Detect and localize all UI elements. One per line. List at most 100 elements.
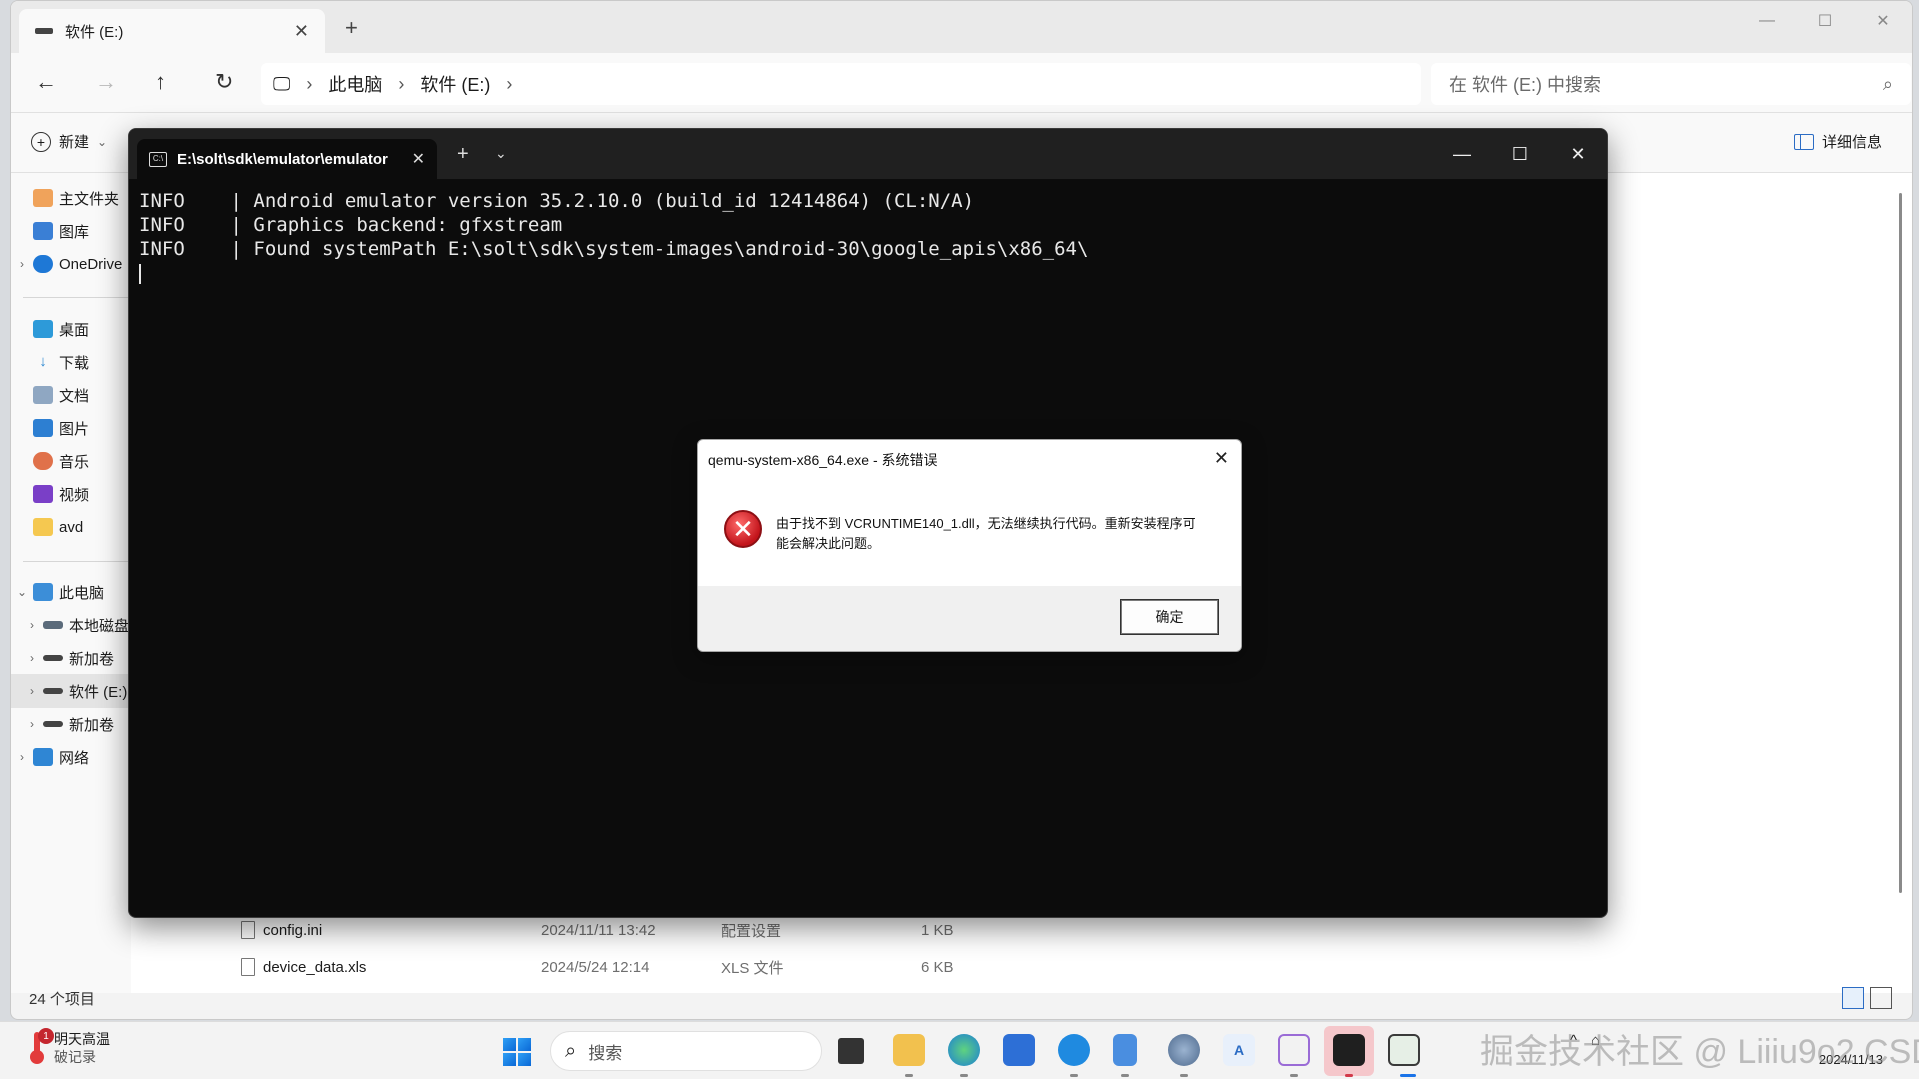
sidebar-item-label: 下载: [59, 354, 90, 372]
back-button[interactable]: ←: [35, 69, 57, 95]
snipping-tool-icon[interactable]: [1278, 1034, 1310, 1066]
breadcrumb-separator[interactable]: ›: [506, 74, 512, 95]
tiles-view-icon[interactable]: [1870, 987, 1892, 1009]
sidebar-item-documents[interactable]: 文档: [11, 378, 131, 412]
chevron-right-icon[interactable]: ›: [11, 750, 33, 764]
terminal-line: INFO | Android emulator version 35.2.10.…: [139, 190, 975, 212]
refresh-button[interactable]: ↻: [215, 69, 233, 95]
breadcrumb-this-pc[interactable]: 此电脑: [328, 71, 382, 97]
music-icon: [33, 452, 53, 470]
notepad-icon[interactable]: [1113, 1034, 1137, 1066]
minimize-button[interactable]: —: [1433, 129, 1491, 179]
chevron-right-icon[interactable]: ›: [21, 717, 43, 731]
breadcrumb-separator: ›: [398, 73, 405, 94]
task-view-icon[interactable]: [838, 1038, 864, 1064]
forward-button[interactable]: →: [95, 69, 117, 95]
desktop-icon: [33, 320, 53, 338]
dialog-close-button[interactable]: ✕: [1214, 448, 1229, 469]
sidebar-item-videos[interactable]: 视频: [11, 477, 131, 511]
chevron-right-icon[interactable]: ›: [21, 684, 43, 698]
running-indicator: [1121, 1074, 1129, 1077]
taskbar-search[interactable]: ⌕ 搜索: [550, 1031, 822, 1071]
terminal-output[interactable]: INFO | Android emulator version 35.2.10.…: [129, 179, 1607, 295]
sidebar-item-local-disk[interactable]: › 本地磁盘: [11, 608, 131, 642]
sidebar-item-label: 视频: [59, 486, 90, 504]
file-size: 6 KB: [921, 958, 954, 976]
chevron-down-icon[interactable]: ⌄: [495, 145, 507, 162]
tab-close-icon[interactable]: ✕: [294, 21, 309, 42]
system-error-dialog: qemu-system-x86_64.exe - 系统错误 ✕ ✕ 由于找不到 …: [697, 439, 1242, 652]
details-pane-button[interactable]: 详细信息: [1793, 131, 1882, 152]
explorer-tab[interactable]: 软件 (E:) ✕: [19, 9, 325, 53]
minimize-button[interactable]: —: [1738, 1, 1796, 41]
search-input[interactable]: 在 软件 (E:) 中搜索 ⌕: [1431, 63, 1911, 105]
sidebar-item-label: OneDrive: [59, 255, 123, 273]
file-size: 1 KB: [921, 921, 954, 939]
sidebar-item-pictures[interactable]: 图片: [11, 411, 131, 445]
explorer-tab-title: 软件 (E:): [65, 23, 124, 41]
close-button[interactable]: ✕: [1549, 129, 1607, 179]
sidebar-item-onedrive[interactable]: › OneDrive: [11, 247, 131, 281]
file-explorer-icon[interactable]: [893, 1034, 925, 1066]
kuaiqi-app-icon[interactable]: [1058, 1034, 1090, 1066]
sidebar-item-label: 音乐: [59, 453, 90, 471]
table-row[interactable]: device_data.xls 2024/5/24 12:14 XLS 文件 6…: [241, 952, 1141, 982]
translate-icon[interactable]: A: [1223, 1034, 1255, 1066]
drive-icon: [43, 621, 63, 629]
drive-icon: [43, 655, 63, 661]
sidebar-item-home[interactable]: 主文件夹: [11, 181, 131, 215]
chevron-right-icon[interactable]: ›: [21, 618, 43, 632]
ok-button[interactable]: 确定: [1120, 599, 1219, 635]
chevron-down-icon[interactable]: ⌄: [11, 585, 33, 599]
terminal-line: INFO | Found systemPath E:\solt\sdk\syst…: [139, 238, 1089, 260]
store-icon[interactable]: [1003, 1034, 1035, 1066]
chevron-right-icon[interactable]: ›: [21, 651, 43, 665]
tab-close-icon[interactable]: ✕: [412, 149, 425, 169]
cmd-icon: C:\: [149, 151, 167, 167]
sidebar-item-avd[interactable]: avd: [11, 510, 131, 544]
sidebar-item-network[interactable]: › 网络: [11, 740, 131, 774]
sidebar-item-software-drive[interactable]: › 软件 (E:): [11, 674, 131, 708]
sidebar-item-label: 文档: [59, 387, 90, 405]
sidebar-item-music[interactable]: 音乐: [11, 444, 131, 478]
start-button[interactable]: [503, 1038, 531, 1066]
table-row[interactable]: config.ini 2024/11/11 13:42 配置设置 1 KB: [241, 915, 1141, 945]
sidebar-item-label: 图片: [59, 420, 90, 438]
chevron-right-icon[interactable]: ›: [11, 257, 33, 271]
pictures-icon: [33, 419, 53, 437]
terminal-tab[interactable]: C:\ E:\solt\sdk\emulator\emulator ✕: [137, 139, 437, 179]
sidebar-item-gallery[interactable]: 图库: [11, 214, 131, 248]
sidebar-item-desktop[interactable]: 桌面: [11, 312, 131, 346]
file-type: 配置设置: [721, 922, 782, 940]
sidebar-item-downloads[interactable]: ↓ 下载: [11, 345, 131, 379]
new-tab-button[interactable]: +: [457, 143, 469, 166]
maximize-button[interactable]: ☐: [1796, 1, 1854, 41]
address-bar[interactable]: 🖵 › 此电脑 › 软件 (E:) ›: [261, 63, 1421, 105]
sidebar-item-new-volume-2[interactable]: › 新加卷: [11, 707, 131, 741]
new-tab-button[interactable]: +: [345, 15, 358, 41]
error-message: 由于找不到 VCRUNTIME140_1.dll，无法继续执行代码。重新安装程序…: [776, 516, 1196, 551]
new-button[interactable]: + 新建 ⌄: [31, 131, 107, 152]
edge-browser-icon[interactable]: [948, 1034, 980, 1066]
breadcrumb-software-drive[interactable]: 软件 (E:): [420, 71, 490, 97]
settings-gear-icon[interactable]: [1168, 1034, 1200, 1066]
cloud-icon: [33, 255, 53, 273]
up-button[interactable]: ↑: [155, 69, 166, 95]
file-icon: [241, 958, 255, 976]
android-studio-icon[interactable]: [1388, 1034, 1420, 1066]
computer-icon: 🖵: [273, 73, 291, 94]
details-pane-icon: [1793, 133, 1814, 150]
details-view-icon[interactable]: [1842, 987, 1864, 1009]
sidebar-item-new-volume-1[interactable]: › 新加卷: [11, 641, 131, 675]
sidebar-item-this-pc[interactable]: ⌄ 此电脑: [11, 575, 131, 609]
weather-widget[interactable]: 1 明天高温 破记录: [28, 1028, 110, 1066]
close-button[interactable]: ✕: [1854, 1, 1912, 41]
vertical-scrollbar[interactable]: [1899, 193, 1902, 893]
terminal-icon[interactable]: [1333, 1034, 1365, 1066]
breadcrumb-separator: ›: [306, 73, 313, 94]
terminal-cursor-line: [139, 261, 1597, 285]
ini-file-icon: [241, 921, 255, 939]
sidebar-item-label: 主文件夹: [59, 190, 120, 208]
sidebar-item-label: 此电脑: [59, 584, 105, 602]
maximize-button[interactable]: ☐: [1491, 129, 1549, 179]
